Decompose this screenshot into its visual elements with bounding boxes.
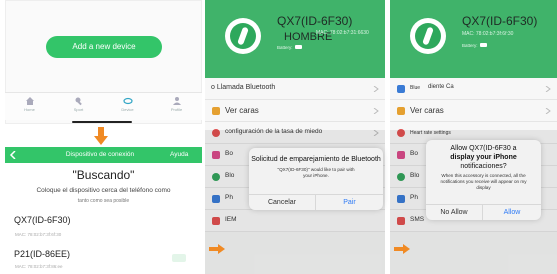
- notification-dialog-title: Allow QX7(ID-6F30 a: [450, 145, 517, 152]
- nav-home[interactable]: Home: [5, 93, 54, 120]
- nav-device[interactable]: Device: [103, 93, 152, 120]
- row-label-suffix: diente Ca: [428, 84, 454, 90]
- notification-permission-panel: QX7(ID-6F30) MAC: 78:02:b7:3f:6f:30 Batt…: [390, 0, 557, 274]
- settings-row[interactable]: Ver caras: [205, 100, 385, 122]
- settings-row[interactable]: Ver caras: [390, 100, 557, 122]
- search-hint: Coloque el dispositivo cerca del teléfon…: [36, 187, 171, 194]
- notification-dialog-title-2: display your iPhone: [450, 154, 517, 161]
- pairing-request-panel: QX7(ID-6F30) HOMBRE MAC: 78:02:b7:31:663…: [205, 0, 385, 274]
- settings-row[interactable]: Blue diente Ca: [390, 78, 557, 100]
- chevron-right-icon: [373, 86, 379, 92]
- sport-icon: [75, 97, 82, 106]
- pairing-dialog-title: Solicitud de emparejamiento de Bluetooth: [251, 156, 381, 163]
- add-device-button[interactable]: Add a new device: [46, 36, 162, 58]
- pair-button[interactable]: Pair: [316, 194, 383, 210]
- band-logo-icon: [225, 18, 261, 54]
- home-indicator: [72, 121, 132, 123]
- row-label: o Llamada Bluetooth: [211, 84, 276, 91]
- arrow-down-icon: [94, 127, 108, 145]
- deny-button[interactable]: No Allow: [426, 204, 483, 220]
- watch-face-icon: [397, 107, 405, 115]
- notification-dialog-body: When this accessory is connected, all th…: [440, 173, 527, 190]
- device-item-mac: MAC: 78:02:b7:3f:86:ee: [15, 264, 63, 269]
- back-chevron-icon[interactable]: [9, 151, 17, 159]
- row-label: Blue: [410, 85, 421, 91]
- device-icon: [122, 97, 133, 105]
- chevron-right-icon: [373, 108, 379, 114]
- device-mac: MAC: 78:02:b7:3f:6f:30: [462, 31, 514, 37]
- watch-face-icon: [212, 107, 220, 115]
- device-item-name[interactable]: P21(ID-86EE): [14, 249, 70, 259]
- bluetooth-call-icon: [397, 85, 405, 93]
- arrow-right-icon: [394, 244, 410, 254]
- device-item-name[interactable]: QX7(ID-6F30): [14, 215, 71, 225]
- chevron-right-icon: [545, 86, 551, 92]
- arrow-right-icon: [209, 244, 225, 254]
- connect-title: Dispositivo de conexión: [65, 151, 135, 158]
- nav-sport-label: Sport: [73, 107, 84, 112]
- battery-icon: [480, 43, 487, 47]
- nav-profile[interactable]: Profile: [152, 93, 201, 120]
- help-link[interactable]: Ayuda: [170, 149, 188, 161]
- device-mac: MAC: 78:02:b7:31:6630: [316, 30, 369, 36]
- settings-row[interactable]: o Llamada Bluetooth: [205, 78, 385, 100]
- device-list-panel: Add a new device Home Sport Device Profi…: [0, 0, 203, 274]
- nav-sport[interactable]: Sport: [54, 93, 103, 120]
- device-title: QX7(ID-6F30): [462, 14, 538, 28]
- band-logo-icon: [410, 18, 446, 54]
- row-label: Ver caras: [225, 106, 259, 115]
- chevron-right-icon: [545, 108, 551, 114]
- search-hint-2: tanto como sea posible: [77, 198, 130, 204]
- bottom-nav: Home Sport Device Profile: [5, 92, 202, 120]
- notification-dialog-title-3: notificaciones?: [460, 163, 507, 170]
- home-icon: [25, 97, 34, 105]
- profile-icon: [172, 97, 181, 105]
- notification-dialog: Allow QX7(ID-6F30 a display your iPhone …: [426, 140, 541, 220]
- device-item-mac: MAC: 78:02:b7:3f:6f:30: [15, 232, 62, 237]
- pairing-dialog: Solicitud de emparejamiento de Bluetooth…: [249, 148, 383, 210]
- battery-label: Battery:: [277, 45, 293, 50]
- nav-device-label: Device: [121, 107, 134, 112]
- pairing-dialog-body: "QX7(ID-6F30)" would like to pair with y…: [277, 167, 355, 178]
- cancel-button[interactable]: Cancelar: [249, 194, 316, 210]
- signal-strength-icon: [172, 254, 186, 262]
- nav-home-label: Home: [24, 107, 35, 112]
- battery-icon: [295, 45, 302, 49]
- searching-status: "Buscando": [72, 168, 135, 182]
- nav-profile-label: Profile: [170, 107, 183, 112]
- battery-label: Battery:: [462, 43, 478, 48]
- allow-button[interactable]: Allow: [483, 204, 541, 220]
- row-label: Ver caras: [410, 106, 444, 115]
- device-title: QX7(ID-6F30): [277, 14, 353, 28]
